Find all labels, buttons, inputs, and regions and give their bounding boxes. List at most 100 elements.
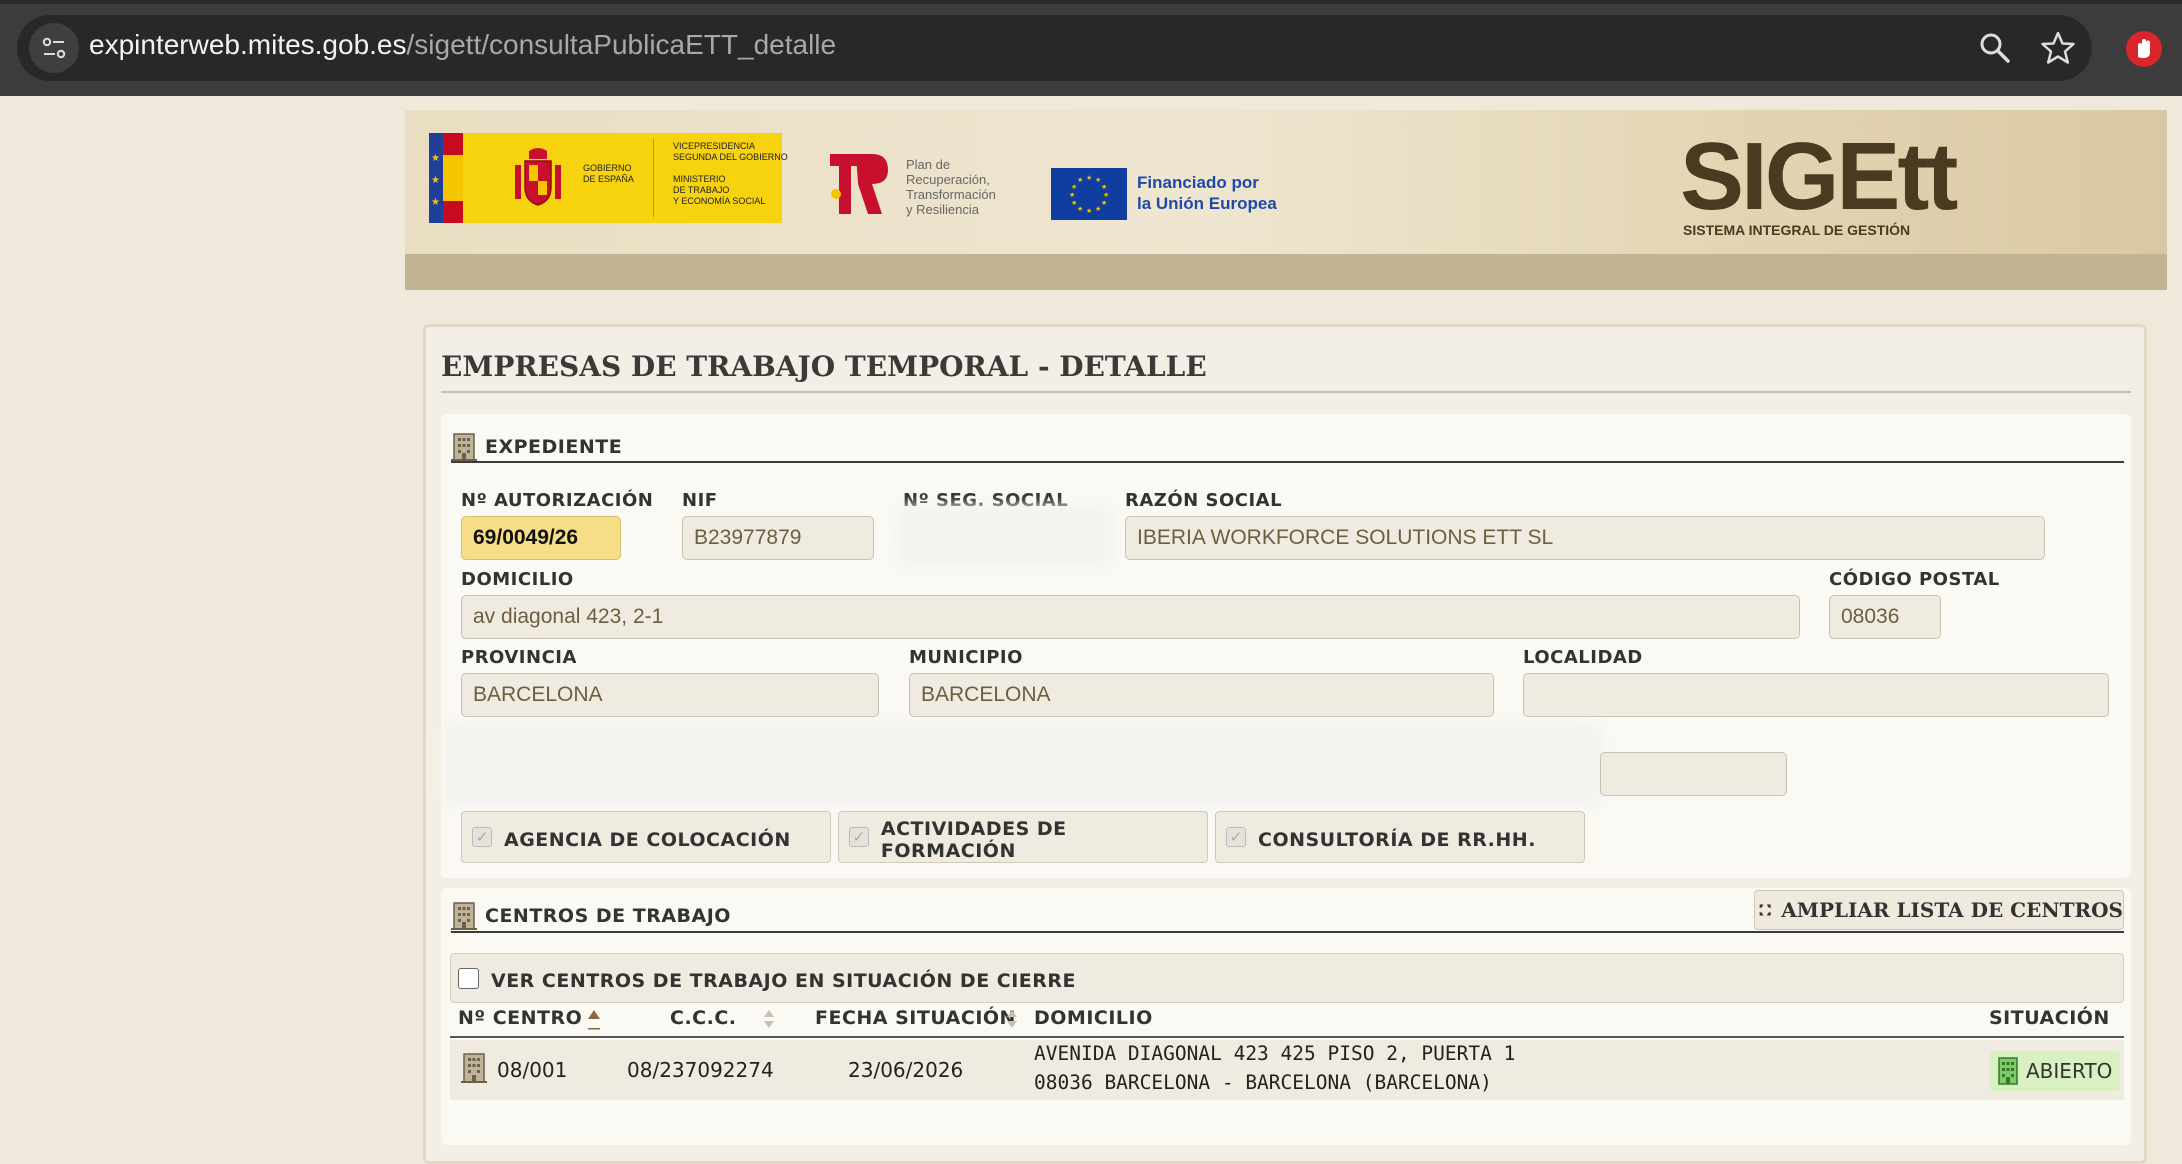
municipio-field[interactable]: BARCELONA [909,673,1494,717]
expand-icon [1759,904,1771,916]
localidad-label: LOCALIDAD [1523,647,1643,668]
gobierno-label: GOBIERNO DE ESPAÑA [583,163,634,184]
cell-fecha: 23/06/2026 [848,1058,964,1082]
table-header-divider [450,1036,2124,1038]
url-text[interactable]: expinterweb.mites.gob.es/sigett/consulta… [89,29,836,61]
redacted-field-input[interactable] [1600,752,1787,796]
svg-text:★: ★ [1095,205,1101,213]
expediente-section [441,414,2131,878]
browser-toolbar: expinterweb.mites.gob.es/sigett/consulta… [0,0,2182,96]
extension-hand-icon[interactable] [2125,30,2163,68]
agencia-colocacion-option[interactable]: ✓ AGENCIA DE COLOCACIÓN [461,811,831,863]
expediente-title: EXPEDIENTE [485,436,623,458]
address-bar[interactable]: expinterweb.mites.gob.es/sigett/consulta… [17,15,2092,81]
svg-text:★: ★ [1069,191,1075,199]
nif-label: NIF [682,490,718,511]
svg-text:★: ★ [1077,205,1083,213]
status-label: ABIERTO [2026,1059,2113,1083]
svg-text:★: ★ [1101,183,1107,191]
actividades-formacion-checkbox[interactable]: ✓ [849,827,869,847]
sort-icon[interactable] [762,1006,776,1032]
prtr-label: Plan de Recuperación, Transformación y R… [906,157,996,217]
provincia-label: PROVINCIA [461,647,577,668]
actividades-formacion-label: ACTIVIDADES DE FORMACIÓN [880,818,1067,862]
gobierno-espana-logo: ★ ★ ★ GOBIERNO DE ESPAÑA VICEPRESIDENCIA… [429,133,788,223]
window-top-edge [0,0,2182,4]
building-icon [451,902,477,930]
svg-text:★: ★ [1103,191,1109,199]
ministry-label: VICEPRESIDENCIA SEGUNDA DEL GOBIERNO MIN… [673,141,788,206]
codigo-postal-label: CÓDIGO POSTAL [1829,569,2000,590]
provincia-field[interactable]: BARCELONA [461,673,879,717]
consultoria-rrhh-label: CONSULTORÍA DE RR.HH. [1258,829,1536,851]
contact-fields-redacted [441,724,1603,806]
ampliar-lista-label: AMPLIAR LISTA DE CENTROS [1781,898,2123,922]
cell-centro: 08/001 [497,1058,568,1082]
agencia-colocacion-checkbox[interactable]: ✓ [472,827,492,847]
svg-text:★: ★ [1071,183,1077,191]
municipio-label: MUNICIPIO [909,647,1023,668]
bookmark-star-icon[interactable] [2040,30,2076,66]
svg-text:★: ★ [431,197,440,208]
centros-title: CENTROS DE TRABAJO [485,905,731,927]
sigett-wordmark: SIGEtt [1680,123,1958,230]
col-header-situacion[interactable]: SITUACIÓN [1989,1007,2110,1029]
building-icon [451,433,477,461]
domicilio-label: DOMICILIO [461,569,574,590]
actividades-formacion-option[interactable]: ✓ ACTIVIDADES DE FORMACIÓN [838,811,1208,863]
svg-text:★: ★ [431,175,440,186]
autorizacion-label: Nº AUTORIZACIÓN [461,490,654,511]
sigett-subtitle: SISTEMA INTEGRAL DE GESTIÓN [1683,222,1911,238]
site-settings-icon[interactable] [29,23,79,73]
cell-domicilio-line1: AVENIDA DIAGONAL 423 425 PISO 2, PUERTA … [1034,1042,1516,1065]
seg-social-redacted [897,506,1112,566]
url-path: /sigett/consultaPublicaETT_detalle [406,29,837,60]
svg-text:★: ★ [1086,207,1092,215]
autorizacion-field[interactable]: 69/0049/26 [461,516,621,560]
title-divider [441,391,2131,393]
cierre-filter-label: VER CENTROS DE TRABAJO EN SITUACIÓN DE C… [491,970,1077,992]
sigett-logo[interactable]: SIGEtt SISTEMA INTEGRAL DE GESTIÓN [1680,123,2000,240]
sort-asc-icon[interactable] [587,1006,601,1032]
localidad-field[interactable] [1523,673,2109,717]
page-title: EMPRESAS DE TRABAJO TEMPORAL - DETALLE [441,350,1207,383]
domicilio-field[interactable]: av diagonal 423, 2-1 [461,595,1800,639]
eu-blue-band: ★ ★ ★ [429,133,443,223]
centros-divider [451,931,2124,933]
razon-social-label: RAZÓN SOCIAL [1125,490,1283,511]
cierre-filter-checkbox[interactable] [458,967,479,989]
building-open-icon [1998,1057,2018,1085]
sort-icon[interactable] [1005,1006,1019,1032]
eu-flag-icon: ★ ★ ★ ★ ★ ★ ★ ★ ★ ★ ★ ★ [1051,168,1127,220]
status-badge: ABIERTO [1990,1051,2120,1091]
coat-of-arms-icon [515,148,561,206]
nif-field[interactable]: B23977879 [682,516,874,560]
col-header-fecha[interactable]: FECHA SITUACIÓN [815,1007,1016,1029]
col-header-domicilio[interactable]: DOMICILIO [1034,1007,1153,1029]
col-header-centro[interactable]: Nº CENTRO [458,1007,582,1029]
agencia-colocacion-label: AGENCIA DE COLOCACIÓN [504,829,791,851]
cierre-filter[interactable]: VER CENTROS DE TRABAJO EN SITUACIÓN DE C… [450,953,2124,1003]
zoom-icon[interactable] [1977,30,2013,66]
codigo-postal-field[interactable]: 08036 [1829,595,1941,639]
ampliar-lista-button[interactable]: AMPLIAR LISTA DE CENTROS [1754,890,2124,930]
ministry-panel: GOBIERNO DE ESPAÑA VICEPRESIDENCIA SEGUN… [463,133,788,223]
svg-text:★: ★ [431,153,440,164]
cell-domicilio-line2: 08036 BARCELONA - BARCELONA (BARCELONA) [1034,1071,1492,1094]
eu-funding-label: Financiado por la Unión Europea [1137,173,1277,213]
razon-social-field[interactable]: IBERIA WORKFORCE SOLUTIONS ETT SL [1125,516,2045,560]
prtr-logo-icon [830,154,888,214]
consultoria-rrhh-option[interactable]: ✓ CONSULTORÍA DE RR.HH. [1215,811,1585,863]
svg-text:★: ★ [1077,176,1083,184]
svg-text:★: ★ [1086,174,1092,182]
consultoria-rrhh-checkbox[interactable]: ✓ [1226,827,1246,847]
svg-text:★: ★ [1071,199,1077,207]
svg-text:★: ★ [1101,199,1107,207]
url-host: expinterweb.mites.gob.es [89,29,407,60]
header-nav-strip [405,254,2167,290]
ministry-divider [653,139,654,217]
col-header-ccc[interactable]: C.C.C. [670,1007,737,1029]
expediente-divider [451,461,2124,463]
expediente-header: EXPEDIENTE [451,432,622,462]
cell-ccc: 08/237092274 [627,1058,774,1082]
